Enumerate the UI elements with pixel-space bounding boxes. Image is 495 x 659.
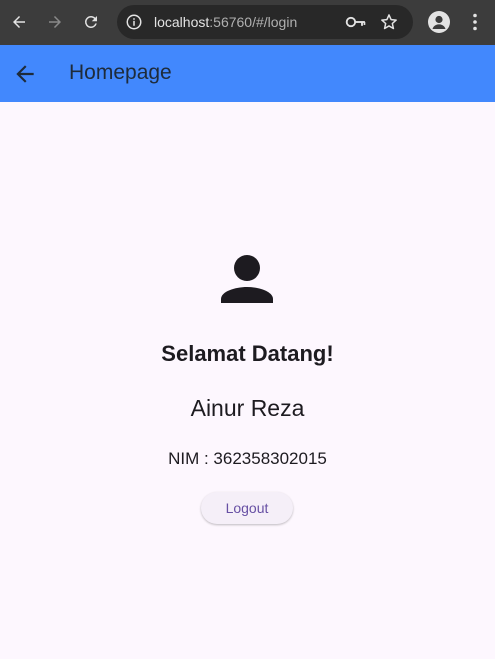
profile-button[interactable] xyxy=(428,11,450,33)
back-arrow-icon xyxy=(13,16,25,28)
browser-back-button[interactable] xyxy=(7,10,31,34)
browser-forward-button[interactable] xyxy=(43,10,67,34)
user-nim: NIM : 362358302015 xyxy=(168,449,327,468)
app-bar: Homepage xyxy=(0,45,495,102)
logout-button[interactable]: Logout xyxy=(201,492,293,524)
forward-arrow-icon xyxy=(49,16,61,28)
url-text[interactable]: localhost:56760/#/login xyxy=(154,14,297,30)
more-vert-icon[interactable] xyxy=(466,12,484,32)
back-arrow-icon[interactable] xyxy=(12,61,38,87)
reload-icon xyxy=(84,15,97,28)
url-path: :56760/#/login xyxy=(209,14,298,30)
person-icon xyxy=(221,255,273,303)
address-bar[interactable]: localhost:56760/#/login xyxy=(117,5,413,39)
browser-toolbar: localhost:56760/#/login xyxy=(0,0,495,45)
info-icon[interactable] xyxy=(125,13,143,31)
welcome-heading: Selamat Datang! xyxy=(161,341,334,366)
page-title: Homepage xyxy=(69,61,172,84)
star-icon[interactable] xyxy=(379,12,399,32)
browser-reload-button[interactable] xyxy=(79,10,103,34)
main-content: Selamat Datang! Ainur Reza NIM : 3623583… xyxy=(0,102,495,659)
url-host: localhost xyxy=(154,14,210,30)
key-icon[interactable] xyxy=(345,13,367,31)
user-name: Ainur Reza xyxy=(190,395,305,421)
profile-icon xyxy=(432,15,446,29)
